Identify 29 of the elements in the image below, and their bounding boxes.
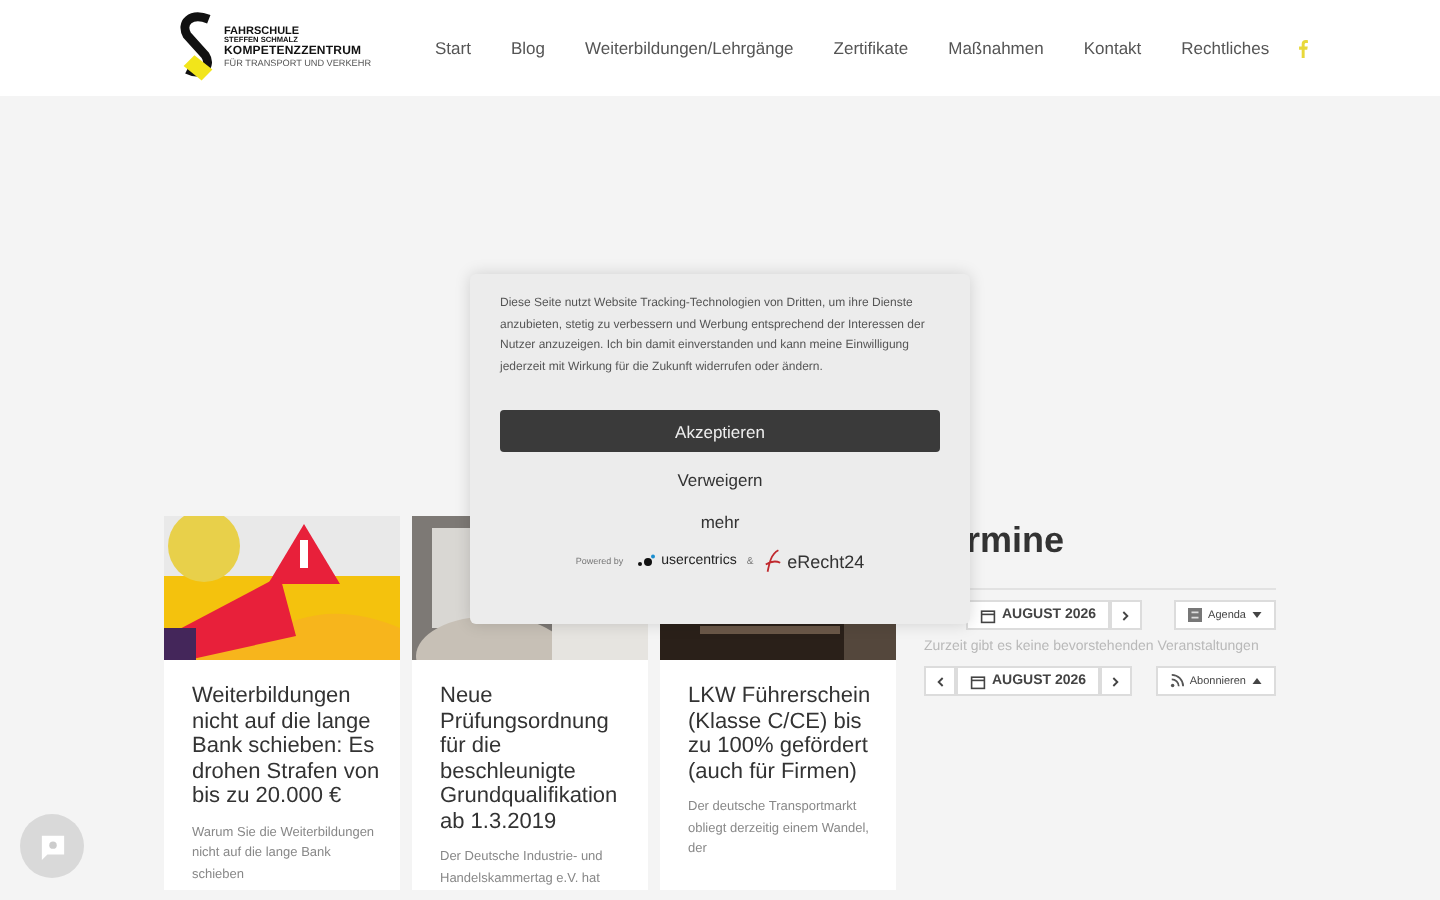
calendar-icon	[970, 673, 986, 689]
section-heading: rmine	[966, 520, 1067, 560]
caret-icon	[1252, 612, 1262, 618]
erecht24-logo[interactable]: eRecht24	[787, 551, 865, 571]
chat-icon	[39, 833, 65, 859]
accept-button[interactable]: Akzeptieren	[500, 410, 940, 452]
signature-icon	[763, 548, 782, 574]
nav-link[interactable]: Blog	[490, 38, 565, 58]
chevron-right-icon	[1122, 609, 1131, 621]
caret-icon	[1252, 678, 1262, 684]
nav-link[interactable]: Rechtliches	[1161, 38, 1290, 58]
deny-button[interactable]: Verweigern	[669, 466, 771, 494]
calendar-icon	[980, 607, 996, 623]
chevron-right-icon	[1112, 675, 1121, 687]
nav-link[interactable]: Maßnahmen	[928, 38, 1064, 58]
previous-button[interactable]	[924, 666, 956, 696]
rss-icon	[1169, 674, 1184, 688]
nav-link[interactable]: Zertifikate	[813, 38, 929, 58]
list-icon	[1188, 608, 1203, 622]
chevron-left-icon	[936, 675, 944, 687]
post-title[interactable]: Weiterbildungen nicht auf die lange Bank schieben: Es drohen Strafen von bis zu 20.000 €	[192, 684, 384, 809]
post-title[interactable]: Neue Prüfungsordnung für die beschleunigte Grundqualifikation ab 1.3.2019	[440, 684, 632, 834]
next-button[interactable]	[1110, 600, 1143, 630]
nav-link[interactable]: Kontakt	[1063, 38, 1162, 58]
dots-icon	[635, 553, 656, 569]
next-button[interactable]	[1100, 666, 1133, 696]
post-title[interactable]: LKW Führerschein (Klasse C/CE) bis zu 100% gefördert (auch für Firmen)	[688, 684, 880, 784]
nav-link[interactable]: Weiterbildungen/Lehrgänge	[564, 38, 814, 58]
nav-link[interactable]: Start	[415, 38, 491, 58]
